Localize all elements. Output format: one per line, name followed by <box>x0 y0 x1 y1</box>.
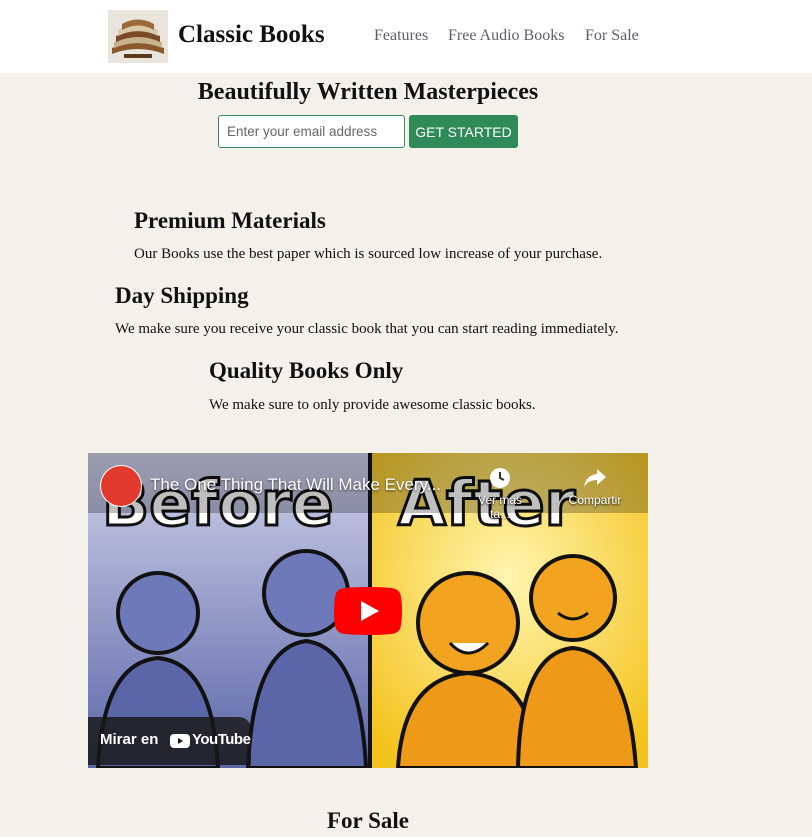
youtube-play-icon <box>170 734 190 748</box>
share-label: Compartir <box>568 493 622 507</box>
play-button-icon[interactable] <box>334 587 402 635</box>
email-input[interactable] <box>218 115 405 148</box>
watch-later-button[interactable]: Ver más ta... <box>474 467 526 521</box>
watch-on-youtube-button[interactable]: Mirar en YouTube <box>88 717 251 765</box>
watch-on-label: Mirar en <box>100 731 159 748</box>
share-button[interactable]: Compartir <box>562 467 628 507</box>
nav-link-for-sale[interactable]: For Sale <box>585 26 639 46</box>
video-title[interactable]: The One Thing That Will Make Every... <box>150 475 450 495</box>
feature-title: Day Shipping <box>115 283 249 308</box>
watch-later-label: Ver más ta... <box>477 493 522 521</box>
youtube-logo: YouTube <box>170 731 251 750</box>
get-started-button[interactable]: GET STARTED <box>409 115 518 148</box>
feature-title: Premium Materials <box>134 208 326 233</box>
youtube-wordmark: YouTube <box>192 731 251 748</box>
feature-text: We make sure to only provide awesome cla… <box>209 397 536 413</box>
nav-link-free-audio-books[interactable]: Free Audio Books <box>448 26 564 46</box>
site-header: Classic Books Features Free Audio Books … <box>0 0 812 73</box>
clock-icon <box>490 468 510 488</box>
feature-title: Quality Books Only <box>209 358 404 383</box>
nav-link-features[interactable]: Features <box>374 26 428 46</box>
feature-text: We make sure you receive your classic bo… <box>115 321 619 337</box>
channel-avatar[interactable] <box>100 465 142 507</box>
hero-title: Beautifully Written Masterpieces <box>197 79 539 105</box>
for-sale-heading: For Sale <box>327 808 409 833</box>
share-arrow-icon <box>584 469 606 487</box>
feature-text: Our Books use the best paper which is so… <box>134 246 603 262</box>
youtube-video-embed[interactable]: Before After The One Thing That Will Mak… <box>88 453 648 768</box>
books-logo-icon[interactable] <box>108 10 168 63</box>
brand-name: Classic Books <box>178 21 325 48</box>
